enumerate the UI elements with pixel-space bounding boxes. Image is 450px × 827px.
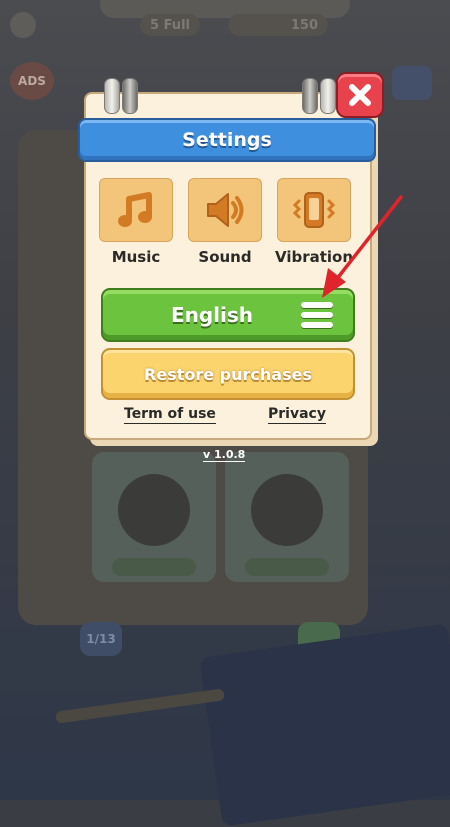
lives-status: Full bbox=[163, 17, 190, 33]
binder-ring-icon bbox=[122, 78, 138, 114]
language-label: English bbox=[170, 303, 254, 327]
restore-purchases-button[interactable]: Restore purchases bbox=[101, 348, 355, 400]
phone-vibration-icon bbox=[292, 192, 336, 228]
music-option[interactable]: Music bbox=[96, 178, 176, 266]
music-label: Music bbox=[111, 248, 161, 266]
recipe-card bbox=[225, 452, 349, 582]
language-button[interactable]: English bbox=[101, 288, 355, 342]
privacy-link[interactable]: Privacy bbox=[268, 406, 326, 424]
music-note-icon bbox=[118, 192, 152, 227]
ads-badge: ADS bbox=[10, 62, 54, 100]
term-of-use-link[interactable]: Term of use bbox=[124, 406, 216, 424]
sound-option[interactable]: Sound bbox=[185, 178, 265, 266]
version-label: v 1.0.8 bbox=[203, 448, 246, 462]
binder-ring-icon bbox=[320, 78, 336, 114]
settings-header: Settings bbox=[78, 118, 376, 162]
lives-chip: 5 Full bbox=[140, 14, 200, 36]
basket-icon bbox=[392, 66, 432, 100]
speaker-icon bbox=[207, 193, 244, 227]
vibration-toggle[interactable] bbox=[277, 178, 351, 242]
sound-toggle[interactable] bbox=[188, 178, 262, 242]
lives-count: 5 bbox=[150, 17, 160, 33]
vibration-label: Vibration bbox=[274, 248, 354, 266]
page-indicator-label: 1/13 bbox=[86, 632, 116, 646]
close-icon bbox=[349, 84, 371, 106]
binder-ring-icon bbox=[302, 78, 318, 114]
music-toggle[interactable] bbox=[99, 178, 173, 242]
ads-label: ADS bbox=[18, 74, 46, 88]
placemat bbox=[199, 623, 450, 827]
coins-count: 150 bbox=[290, 17, 318, 33]
coins-chip: 150 bbox=[228, 14, 328, 36]
recipe-card bbox=[92, 452, 216, 582]
binder-ring-icon bbox=[104, 78, 120, 114]
page-indicator: 1/13 bbox=[80, 622, 122, 656]
sound-label: Sound bbox=[198, 248, 252, 266]
restore-purchases-label: Restore purchases bbox=[144, 364, 312, 384]
close-button[interactable] bbox=[336, 72, 384, 118]
vibration-option[interactable]: Vibration bbox=[274, 178, 354, 266]
gear-icon bbox=[10, 12, 36, 38]
settings-title: Settings bbox=[182, 129, 272, 151]
menu-icon bbox=[301, 302, 333, 328]
